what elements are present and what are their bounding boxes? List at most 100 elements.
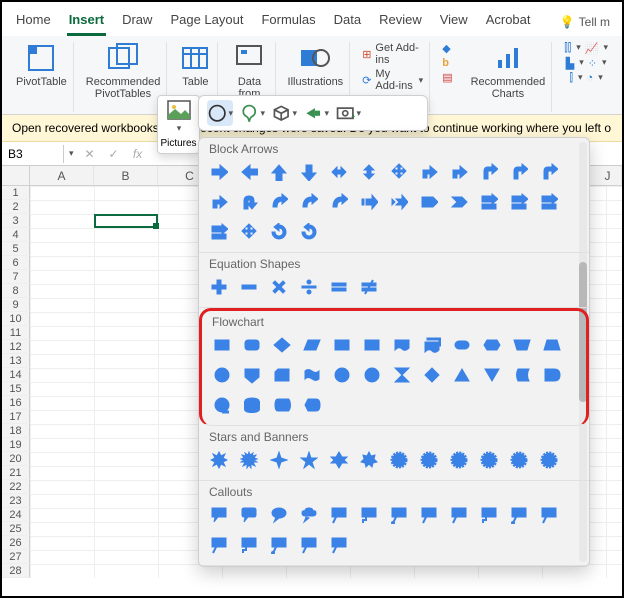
row-header[interactable]: 14 — [2, 368, 30, 382]
shape-fc_term[interactable] — [452, 335, 472, 355]
shape-ar_quad[interactable] — [239, 222, 259, 242]
row-header[interactable]: 25 — [2, 522, 30, 536]
shapes-dropdown[interactable]: ▾ — [207, 100, 233, 126]
shape-ar_circ[interactable] — [269, 222, 289, 242]
shape-co_line[interactable] — [329, 505, 349, 525]
tell-me[interactable]: 💡 Tell m — [560, 8, 610, 36]
shape-fc_mag[interactable] — [242, 395, 262, 415]
row-header[interactable]: 21 — [2, 466, 30, 480]
shape-fc_tape[interactable] — [302, 365, 322, 385]
row-header[interactable]: 2 — [2, 200, 30, 214]
shape-ar_curve[interactable] — [299, 192, 319, 212]
shape-ar_stripe[interactable] — [359, 192, 379, 212]
shape-fc_manop[interactable] — [542, 335, 562, 355]
shape-st_exp8[interactable] — [209, 450, 229, 470]
tab-acrobat[interactable]: Acrobat — [484, 8, 533, 36]
shape-st_5[interactable] — [299, 450, 319, 470]
shape-fc_seq[interactable] — [212, 395, 232, 415]
shape-fc_sum[interactable] — [332, 365, 352, 385]
tab-view[interactable]: View — [438, 8, 470, 36]
shape-fc_multi[interactable] — [422, 335, 442, 355]
select-all-corner[interactable] — [2, 166, 30, 185]
shape-co_line3[interactable] — [269, 535, 289, 555]
row-header[interactable]: 18 — [2, 424, 30, 438]
shape-ar_turn[interactable] — [479, 162, 499, 182]
shape-eq_div[interactable] — [299, 277, 319, 297]
bing-addin-icon[interactable]: b — [442, 57, 452, 69]
shape-fc_sort[interactable] — [422, 365, 442, 385]
shape-fc_card[interactable] — [272, 365, 292, 385]
shape-co_line2[interactable] — [479, 505, 499, 525]
shape-ar_curve[interactable] — [329, 192, 349, 212]
row-header[interactable]: 27 — [2, 550, 30, 564]
shape-ar_call[interactable] — [539, 192, 559, 212]
smartart-dropdown[interactable]: ▾ — [303, 100, 329, 126]
shape-ar_bent[interactable] — [419, 162, 439, 182]
shape-fc_stor[interactable] — [512, 365, 532, 385]
shape-ar_call[interactable] — [209, 222, 229, 242]
shape-st_4[interactable] — [269, 450, 289, 470]
row-header[interactable]: 26 — [2, 536, 30, 550]
tab-home[interactable]: Home — [14, 8, 53, 36]
row-header[interactable]: 1 — [2, 186, 30, 200]
row-header[interactable]: 3 — [2, 214, 30, 228]
shape-ar_quad[interactable] — [389, 162, 409, 182]
col-header[interactable]: A — [30, 166, 94, 185]
row-header[interactable]: 23 — [2, 494, 30, 508]
tab-formulas[interactable]: Formulas — [259, 8, 317, 36]
row-header[interactable]: 22 — [2, 480, 30, 494]
shape-co_line[interactable] — [329, 535, 349, 555]
3d-models-dropdown[interactable]: ▾ — [271, 100, 297, 126]
shape-co_line2[interactable] — [239, 535, 259, 555]
shape-eq_mult[interactable] — [269, 277, 289, 297]
shape-ar_curve[interactable] — [269, 192, 289, 212]
recommended-pivottables-button[interactable]: Recommended PivotTables — [80, 42, 168, 112]
shape-fc_int[interactable] — [362, 335, 382, 355]
shape-st_seal[interactable]: 12 — [449, 450, 469, 470]
shape-fc_coll[interactable] — [392, 365, 412, 385]
row-header[interactable]: 6 — [2, 256, 30, 270]
hierarchy-chart-icon[interactable]: ▙ — [566, 57, 574, 70]
shape-st_seal[interactable]: 32 — [539, 450, 559, 470]
shape-ar_d[interactable] — [299, 162, 319, 182]
tab-draw[interactable]: Draw — [120, 8, 154, 36]
tab-review[interactable]: Review — [377, 8, 424, 36]
shape-fc_man[interactable] — [512, 335, 532, 355]
shape-ar_uturn[interactable] — [239, 192, 259, 212]
shape-ar_u[interactable] — [269, 162, 289, 182]
get-addins-button[interactable]: ⊞Get Add-ins — [362, 42, 423, 66]
shape-co_round[interactable] — [239, 505, 259, 525]
row-header[interactable]: 9 — [2, 298, 30, 312]
row-header[interactable]: 13 — [2, 354, 30, 368]
active-cell[interactable] — [94, 214, 158, 228]
shape-st_7[interactable] — [359, 450, 379, 470]
fx-icon[interactable]: fx — [126, 147, 150, 161]
people-addin-icon[interactable]: ▤ — [442, 71, 452, 84]
shape-co_line[interactable] — [209, 535, 229, 555]
shape-fc_dir[interactable] — [272, 395, 292, 415]
shape-fc_doc[interactable] — [392, 335, 412, 355]
shape-ar_turn[interactable] — [539, 162, 559, 182]
shape-co_oval[interactable] — [269, 505, 289, 525]
shape-co_accent[interactable] — [539, 505, 559, 525]
shape-fc_data[interactable] — [302, 335, 322, 355]
pictures-dropdown[interactable]: ▾ Pictures — [157, 95, 200, 154]
row-header[interactable]: 5 — [2, 242, 30, 256]
shape-ar_pent[interactable] — [419, 192, 439, 212]
shape-eq_plus[interactable] — [209, 277, 229, 297]
shape-co_line3[interactable] — [389, 505, 409, 525]
pivottable-button[interactable]: PivotTable — [10, 42, 74, 112]
row-header[interactable]: 16 — [2, 396, 30, 410]
shape-ar_notch[interactable] — [389, 192, 409, 212]
shape-st_exp14[interactable] — [239, 450, 259, 470]
row-header[interactable]: 17 — [2, 410, 30, 424]
tab-data[interactable]: Data — [332, 8, 363, 36]
shape-st_seal[interactable]: 24 — [509, 450, 529, 470]
shape-co_line2[interactable] — [359, 505, 379, 525]
shape-fc_proc[interactable] — [212, 335, 232, 355]
row-header[interactable]: 12 — [2, 340, 30, 354]
row-header[interactable]: 28 — [2, 564, 30, 578]
screenshot-dropdown[interactable]: +▾ — [335, 100, 361, 126]
shape-fc_dec[interactable] — [272, 335, 292, 355]
shape-ar_call[interactable] — [509, 192, 529, 212]
